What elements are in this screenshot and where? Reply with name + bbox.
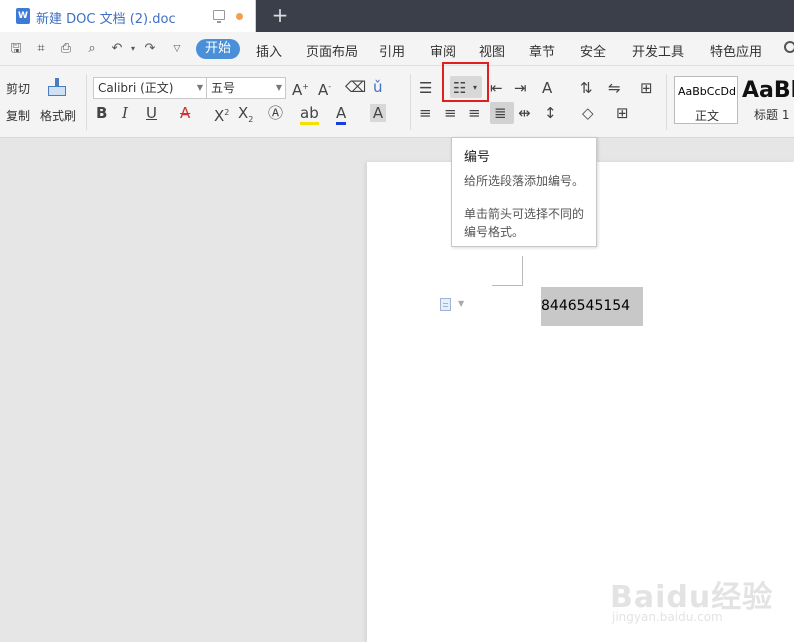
- bullet-list-icon[interactable]: ☰: [419, 79, 432, 97]
- selected-paragraph-text[interactable]: 8446545154: [541, 287, 643, 326]
- menu-tab-special-apps[interactable]: 特色应用: [710, 41, 762, 60]
- menu-bar: 🖫 ⌗ ⎙ ⌕ ↶ ▾ ↷ ▽ 开始 插入 页面布局 引用 审阅 视图 章节 安…: [0, 32, 794, 66]
- new-tab-button[interactable]: +: [270, 3, 290, 27]
- menu-tab-home[interactable]: 开始: [196, 39, 240, 59]
- clear-format-icon[interactable]: ⌫: [345, 78, 366, 96]
- decrease-font-size-icon[interactable]: A-: [318, 78, 331, 99]
- style-normal-sample: AaBbCcDd: [678, 85, 736, 98]
- font-color-icon[interactable]: A: [336, 104, 347, 125]
- menu-tab-view[interactable]: 视图: [479, 41, 505, 60]
- style-heading-1-sample: AaBb: [742, 78, 794, 103]
- align-right-icon[interactable]: ≡: [468, 104, 481, 122]
- menu-tab-page-layout[interactable]: 页面布局: [306, 41, 358, 60]
- redo-icon[interactable]: ↷: [143, 42, 157, 56]
- chinese-layout-icon[interactable]: A: [542, 79, 552, 97]
- style-normal[interactable]: AaBbCcDd 正文: [674, 76, 738, 124]
- format-painter-head: [48, 86, 66, 96]
- customize-toolbar-icon[interactable]: ▽: [170, 42, 184, 56]
- bold-icon[interactable]: B: [96, 104, 107, 122]
- print-icon[interactable]: ⎙: [59, 42, 73, 56]
- format-painter-label[interactable]: 格式刷: [40, 107, 76, 124]
- shading-icon[interactable]: ◇: [582, 104, 594, 122]
- ribbon-separator: [86, 74, 87, 130]
- font-name-value: Calibri (正文): [98, 81, 174, 95]
- distributed-align-icon[interactable]: ⇹: [518, 104, 531, 122]
- increase-indent-icon[interactable]: ⇥: [514, 79, 527, 97]
- chevron-down-icon[interactable]: ▼: [458, 299, 464, 308]
- numbering-tooltip: 编号 给所选段落添加编号。 单击箭头可选择不同的 编号格式。: [451, 137, 597, 247]
- menu-tab-references[interactable]: 引用: [379, 41, 405, 60]
- unsaved-dot-icon: [236, 13, 243, 20]
- baidu-watermark-url: jingyan.baidu.com: [612, 610, 723, 624]
- align-left-icon[interactable]: ≡: [419, 104, 432, 122]
- superscript-icon[interactable]: X2: [214, 104, 229, 125]
- format-painter-icon[interactable]: [48, 78, 66, 100]
- increase-font-size-icon[interactable]: A+: [292, 78, 309, 99]
- document-tab[interactable]: W 新建 DOC 文档 (2).doc: [0, 0, 256, 32]
- margin-marker-vertical: [522, 256, 523, 286]
- title-bar: W 新建 DOC 文档 (2).doc +: [0, 0, 794, 32]
- ribbon-separator: [410, 74, 411, 130]
- style-normal-label: 正文: [694, 109, 719, 123]
- justify-icon[interactable]: ≣: [494, 104, 507, 122]
- cloud-doc-icon[interactable]: ⌗: [34, 42, 48, 56]
- highlight-color-icon[interactable]: ab: [300, 104, 319, 125]
- menu-tab-section[interactable]: 章节: [529, 41, 555, 60]
- line-spacing-icon[interactable]: ↕: [544, 104, 557, 122]
- ribbon-separator: [666, 74, 667, 130]
- style-heading-1-label: 标题 1: [754, 108, 790, 122]
- cut-button[interactable]: 剪切: [6, 80, 30, 97]
- chevron-down-icon: ▼: [196, 83, 203, 92]
- show-hide-marks-icon[interactable]: ⇋: [608, 79, 621, 97]
- border-icon[interactable]: ⊞: [616, 104, 629, 122]
- style-heading-1[interactable]: AaBb 标题 1: [740, 76, 794, 124]
- italic-icon[interactable]: I: [122, 104, 128, 122]
- chevron-down-icon: ▼: [275, 83, 282, 92]
- tooltip-title: 编号: [464, 150, 491, 165]
- text-effect-icon[interactable]: Ⓐ: [268, 104, 283, 122]
- subscript-icon[interactable]: X2: [238, 104, 253, 129]
- tooltip-hint-line-1: 单击箭头可选择不同的: [464, 207, 585, 221]
- sort-icon[interactable]: ⇅: [580, 79, 593, 97]
- menu-tab-developer[interactable]: 开发工具: [632, 41, 684, 60]
- undo-dropdown-icon[interactable]: ▾: [126, 42, 140, 56]
- strikethrough-icon[interactable]: A: [180, 104, 190, 122]
- underline-icon[interactable]: U: [146, 104, 157, 122]
- undo-icon[interactable]: ↶: [110, 42, 124, 56]
- font-name-select[interactable]: Calibri (正文) ▼: [93, 77, 207, 99]
- numbering-highlight-box: [442, 62, 489, 102]
- wps-writer-icon: W: [16, 8, 30, 24]
- save-icon[interactable]: 🖫: [9, 42, 23, 56]
- document-tab-title: 新建 DOC 文档 (2).doc: [36, 12, 176, 27]
- menu-tab-review[interactable]: 审阅: [430, 41, 456, 60]
- decrease-indent-icon[interactable]: ⇤: [490, 79, 503, 97]
- tooltip-hint-line-2: 编号格式。: [464, 225, 525, 239]
- menu-tab-insert[interactable]: 插入: [256, 41, 282, 60]
- font-size-select[interactable]: 五号 ▼: [206, 77, 286, 99]
- tooltip-description: 给所选段落添加编号。: [464, 174, 585, 188]
- phonetic-guide-icon[interactable]: ǔ: [373, 78, 383, 96]
- print-preview-icon[interactable]: ⌕: [85, 42, 99, 56]
- align-center-icon[interactable]: ≡: [444, 104, 457, 122]
- font-size-value: 五号: [211, 81, 236, 95]
- character-shading-icon[interactable]: A: [370, 104, 386, 122]
- copy-button[interactable]: 复制: [6, 107, 30, 124]
- monitor-icon[interactable]: [213, 10, 225, 23]
- menu-tab-security[interactable]: 安全: [580, 41, 606, 60]
- search-icon[interactable]: [784, 41, 794, 53]
- table-borders-icon[interactable]: ⊞: [640, 79, 653, 97]
- paragraph-layout-icon[interactable]: [440, 298, 451, 311]
- margin-marker-horizontal: [492, 285, 523, 286]
